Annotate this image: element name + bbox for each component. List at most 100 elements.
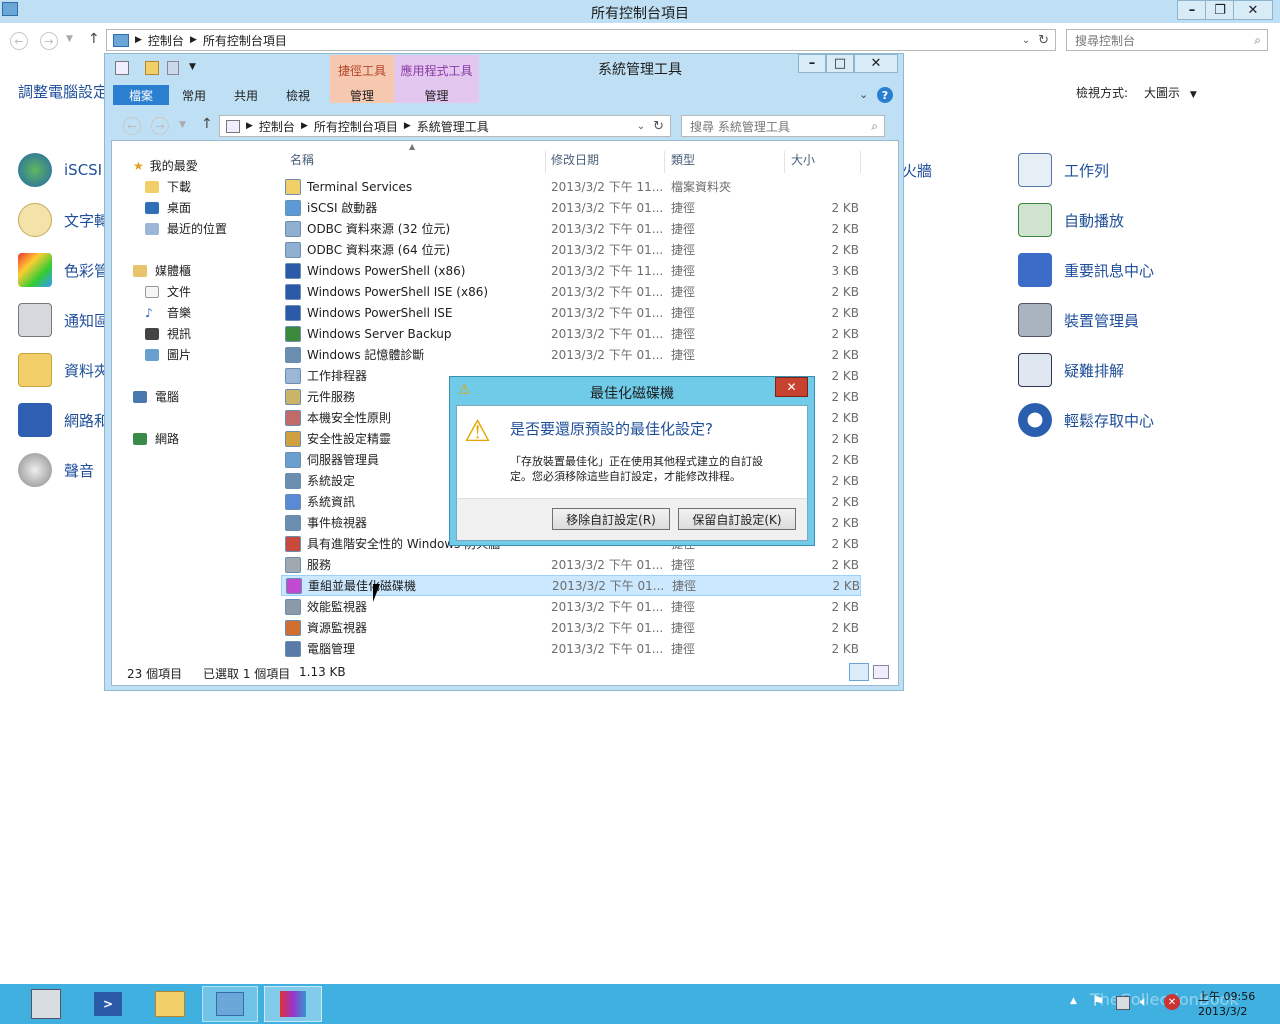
file-row[interactable]: Windows 記憶體診斷 2013/3/2 下午 01... 捷徑 2 KB <box>281 344 861 365</box>
file-row[interactable]: 效能監視器 2013/3/2 下午 01... 捷徑 2 KB <box>281 596 861 617</box>
view-by-dropdown[interactable]: 大圖示 ▼ <box>1144 84 1197 101</box>
control-panel-address-bar[interactable]: ▶ 控制台 ▶ 所有控制台項目 ⌄ ↻ <box>106 29 1056 51</box>
clock-time[interactable]: 上午 09:56 <box>1198 988 1255 1004</box>
forward-icon[interactable]: → <box>151 117 169 135</box>
chevron-down-icon[interactable]: ⌄ <box>1022 35 1030 46</box>
cp-item-network[interactable]: 網路和 <box>18 403 109 437</box>
new-folder-icon[interactable] <box>145 61 159 75</box>
cp-item-firewall[interactable]: 火牆 <box>902 160 932 181</box>
keep-custom-settings-button[interactable]: 保留自訂設定(K) <box>678 508 796 530</box>
nav-recent[interactable]: 最近的位置 <box>145 220 227 237</box>
chevron-down-icon[interactable]: ⌄ <box>859 88 868 101</box>
remove-custom-settings-button[interactable]: 移除自訂設定(R) <box>552 508 670 530</box>
file-row[interactable]: Terminal Services 2013/3/2 下午 11... 檔案資料夾 <box>281 176 861 197</box>
explorer-search[interactable]: 搜尋 系統管理工具 ⌕ <box>681 115 885 137</box>
nav-documents[interactable]: 文件 <box>145 283 191 300</box>
nav-libraries[interactable]: 媒體櫃 <box>133 262 191 279</box>
nav-desktop[interactable]: 桌面 <box>145 199 191 216</box>
cp-item-sound[interactable]: 聲音 <box>18 453 94 487</box>
network-tray-icon[interactable] <box>1116 996 1130 1010</box>
file-row[interactable]: ODBC 資料來源 (32 位元) 2013/3/2 下午 01... 捷徑 2 KB <box>281 218 861 239</box>
breadcrumb-item[interactable]: 控制台 <box>148 32 184 49</box>
file-row[interactable]: Windows PowerShell ISE (x86) 2013/3/2 下午 … <box>281 281 861 302</box>
show-hidden-icons-icon[interactable]: ▲ <box>1070 996 1077 1006</box>
close-icon[interactable]: ✕ <box>854 54 898 73</box>
properties-icon[interactable] <box>115 61 129 75</box>
control-panel-search[interactable]: 搜尋控制台 ⌕ <box>1066 29 1268 51</box>
tab-manage-shortcut[interactable]: 管理 <box>330 85 394 105</box>
cp-item-color[interactable]: 色彩管 <box>18 253 109 287</box>
nav-favorites[interactable]: ★ 我的最愛 <box>133 157 198 174</box>
file-row[interactable]: Windows PowerShell (x86) 2013/3/2 下午 11..… <box>281 260 861 281</box>
cp-item-action-center[interactable]: 重要訊息中心 <box>1018 253 1154 287</box>
refresh-icon[interactable]: ↻ <box>653 119 664 134</box>
column-header-name[interactable]: 名稱 <box>290 151 546 173</box>
tab-home[interactable]: 常用 <box>171 85 217 105</box>
details-view-icon[interactable] <box>849 663 869 681</box>
cp-item-speech[interactable]: 文字轉 <box>18 203 109 237</box>
close-icon[interactable]: ✕ <box>1233 0 1273 20</box>
cp-item-autoplay[interactable]: 自動播放 <box>1018 203 1124 237</box>
search-icon[interactable]: ⌕ <box>1254 33 1261 48</box>
dialog-close-button[interactable]: ✕ <box>775 377 808 397</box>
nav-videos[interactable]: 視訊 <box>145 325 191 342</box>
flag-icon[interactable]: ⚑ <box>1092 994 1105 1010</box>
column-header-size[interactable]: 大小 <box>791 151 861 173</box>
tab-file[interactable]: 檔案 <box>113 85 169 105</box>
cp-item-ease-of-access[interactable]: 輕鬆存取中心 <box>1018 403 1154 437</box>
minimize-icon[interactable]: – <box>1177 0 1207 20</box>
breadcrumb-item[interactable]: 所有控制台項目 <box>314 118 398 135</box>
cp-item-iscsi[interactable]: iSCSI <box>18 153 102 187</box>
file-row[interactable]: 電腦管理 2013/3/2 下午 01... 捷徑 2 KB <box>281 638 861 659</box>
cp-item-device-manager[interactable]: 裝置管理員 <box>1018 303 1139 337</box>
powershell-taskbar-button[interactable]: > <box>80 986 136 1022</box>
tab-manage-app[interactable]: 管理 <box>394 85 479 105</box>
back-icon[interactable]: ← <box>123 117 141 135</box>
minimize-icon[interactable]: – <box>798 54 826 73</box>
file-row[interactable]: Windows Server Backup 2013/3/2 下午 01... 捷徑… <box>281 323 861 344</box>
chevron-down-icon[interactable]: ▼ <box>179 120 186 130</box>
chevron-down-icon[interactable]: ▼ <box>189 62 196 72</box>
file-explorer-taskbar-button[interactable] <box>142 986 198 1022</box>
cp-item-troubleshoot[interactable]: 疑難排解 <box>1018 353 1124 387</box>
nav-network[interactable]: 網路 <box>133 430 179 447</box>
tab-share[interactable]: 共用 <box>223 85 269 105</box>
defrag-taskbar-button[interactable] <box>264 986 322 1022</box>
nav-computer[interactable]: 電腦 <box>133 388 179 405</box>
large-icons-view-icon[interactable] <box>873 665 889 679</box>
forward-icon[interactable]: → <box>40 32 58 50</box>
clock-date[interactable]: 2013/3/2 <box>1198 1005 1247 1018</box>
back-icon[interactable]: ← <box>10 32 28 50</box>
nav-downloads[interactable]: 下載 <box>145 178 191 195</box>
up-icon[interactable]: ↑ <box>88 31 100 47</box>
search-icon[interactable]: ⌕ <box>871 119 878 134</box>
refresh-icon[interactable]: ↻ <box>1038 33 1049 48</box>
breadcrumb-item[interactable]: 控制台 <box>259 118 295 135</box>
column-header-type[interactable]: 類型 <box>671 151 785 173</box>
file-row[interactable]: ODBC 資料來源 (64 位元) 2013/3/2 下午 01... 捷徑 2 KB <box>281 239 861 260</box>
file-row[interactable]: 服務 2013/3/2 下午 01... 捷徑 2 KB <box>281 554 861 575</box>
up-icon[interactable]: ↑ <box>201 116 213 132</box>
breadcrumb-item[interactable]: 系統管理工具 <box>417 118 489 135</box>
help-icon[interactable]: ? <box>877 87 893 103</box>
file-row[interactable]: iSCSI 啟動器 2013/3/2 下午 01... 捷徑 2 KB <box>281 197 861 218</box>
explorer-address-bar[interactable]: ▶ 控制台 ▶ 所有控制台項目 ▶ 系統管理工具 ⌄ ↻ <box>219 115 671 137</box>
cp-item-folder[interactable]: 資料夾 <box>18 353 109 387</box>
rename-icon[interactable] <box>167 61 179 75</box>
cp-item-taskbar[interactable]: 工作列 <box>1018 153 1109 187</box>
nav-music[interactable]: ♪ 音樂 <box>145 304 191 321</box>
cp-item-notification[interactable]: 通知區 <box>18 303 109 337</box>
maximize-icon[interactable]: □ <box>826 54 854 73</box>
control-panel-taskbar-button[interactable] <box>202 986 258 1022</box>
breadcrumb-item[interactable]: 所有控制台項目 <box>203 32 287 49</box>
chevron-down-icon[interactable]: ▼ <box>66 34 73 44</box>
tab-view[interactable]: 檢視 <box>275 85 321 105</box>
file-row[interactable]: Windows PowerShell ISE 2013/3/2 下午 01... 捷… <box>281 302 861 323</box>
error-tray-icon[interactable]: ✕ <box>1164 994 1180 1010</box>
speaker-icon[interactable]: 🔈︎ <box>1140 994 1148 1010</box>
nav-pictures[interactable]: 圖片 <box>145 346 191 363</box>
chevron-down-icon[interactable]: ⌄ <box>637 121 645 132</box>
server-manager-taskbar-button[interactable] <box>18 986 74 1022</box>
maximize-icon[interactable]: ❐ <box>1205 0 1235 20</box>
column-header-date[interactable]: 修改日期 <box>551 151 665 173</box>
